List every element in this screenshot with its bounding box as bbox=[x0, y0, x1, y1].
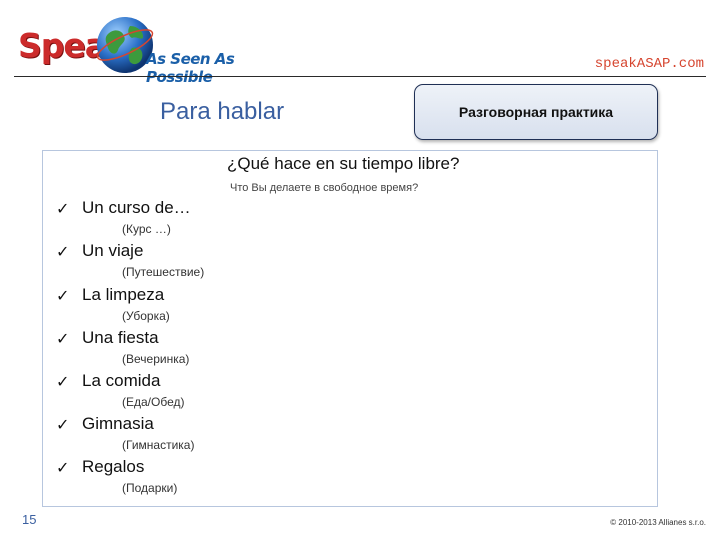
check-icon: ✓ bbox=[56, 372, 70, 391]
topic-tag-button[interactable]: Разговорная практика bbox=[414, 84, 658, 140]
list-item-label: Una fiesta bbox=[82, 328, 159, 347]
list-item-translation: (Курс …) bbox=[122, 222, 171, 236]
page-number: 15 bbox=[22, 512, 37, 527]
list-item-label: Regalos bbox=[82, 457, 145, 476]
list-item-label: La comida bbox=[82, 371, 161, 390]
site-url: speakASAP.com bbox=[594, 56, 704, 72]
page-title: Para hablar bbox=[160, 98, 285, 125]
check-icon: ✓ bbox=[56, 242, 70, 261]
copyright-text: © 2010-2013 Allianes s.r.o. bbox=[610, 518, 706, 527]
header-divider bbox=[14, 76, 706, 77]
list-item-translation: (Гимнастика) bbox=[122, 438, 195, 452]
logo-tagline: As Seen As Possible bbox=[146, 50, 235, 86]
check-icon: ✓ bbox=[56, 286, 70, 305]
question-text: ¿Qué hace en su tiempo libre? bbox=[227, 154, 460, 173]
list-item-label: Un curso de… bbox=[82, 198, 191, 217]
list-item-translation: (Подарки) bbox=[122, 481, 178, 495]
brand-logo: Speak As Seen As Possible bbox=[14, 12, 284, 86]
check-icon: ✓ bbox=[56, 199, 70, 218]
check-icon: ✓ bbox=[56, 329, 70, 348]
list-item-label: Un viaje bbox=[82, 241, 144, 260]
list-item-translation: (Вечеринка) bbox=[122, 352, 190, 366]
question-translation: Что Вы делаете в свободное время? bbox=[230, 182, 419, 194]
list-item-label: Gimnasia bbox=[82, 414, 154, 433]
list-item-translation: (Путешествие) bbox=[122, 265, 205, 279]
check-icon: ✓ bbox=[56, 458, 70, 477]
list-item-label: La limpeza bbox=[82, 285, 165, 304]
list-item-translation: (Еда/Обед) bbox=[122, 395, 185, 409]
list-item-translation: (Уборка) bbox=[122, 309, 170, 323]
check-icon: ✓ bbox=[56, 415, 70, 434]
